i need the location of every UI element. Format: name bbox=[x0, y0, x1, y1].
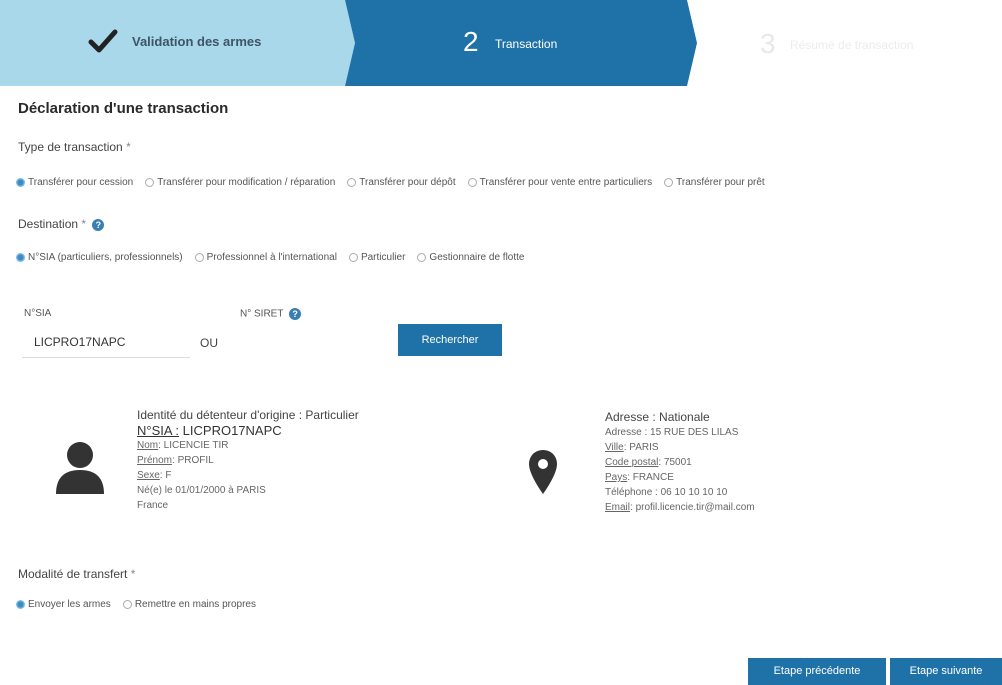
radio-destination-particulier[interactable]: Particulier bbox=[348, 252, 406, 263]
radio-unselected-icon[interactable] bbox=[122, 600, 132, 609]
map-pin-icon bbox=[529, 450, 557, 494]
radio-selected-icon[interactable] bbox=[16, 253, 25, 262]
option-label: Transférer pour dépôt bbox=[359, 177, 456, 188]
holder-nom-label: Nom bbox=[137, 440, 159, 451]
person-icon bbox=[56, 442, 104, 494]
radio-transfer-remettre[interactable]: Remettre en mains propres bbox=[122, 599, 256, 610]
address-ville: Ville: PARIS bbox=[605, 440, 755, 455]
holder-sexe-label: Sexe bbox=[137, 470, 160, 481]
radio-unselected-icon[interactable] bbox=[347, 178, 357, 187]
radio-unselected-icon[interactable] bbox=[348, 253, 358, 262]
step3-label: Résumé de transaction bbox=[790, 38, 914, 52]
previous-step-button[interactable]: Etape précédente bbox=[748, 658, 886, 685]
address-pays-label: Pays bbox=[605, 472, 628, 483]
sia-input[interactable] bbox=[22, 326, 190, 358]
destination-label: Destination * ? bbox=[18, 217, 105, 231]
option-label: Transférer pour cession bbox=[28, 177, 134, 188]
transaction-type-text: Type de transaction bbox=[18, 140, 123, 154]
destination-group: N°SIA (particuliers, professionnels) Pro… bbox=[16, 252, 536, 263]
transaction-type-label: Type de transaction * bbox=[18, 140, 131, 154]
radio-destination-international[interactable]: Professionnel à l'international bbox=[194, 252, 337, 263]
required-marker: * bbox=[81, 217, 87, 231]
radio-transaction-vente[interactable]: Transférer pour vente entre particuliers bbox=[467, 177, 653, 188]
radio-transfer-envoyer[interactable]: Envoyer les armes bbox=[16, 599, 111, 610]
holder-title: Identité du détenteur d'origine : Partic… bbox=[137, 408, 359, 422]
holder-nom: Nom: LICENCIE TIR bbox=[137, 438, 359, 453]
address-block: Adresse : Nationale Adresse : 15 RUE DES… bbox=[605, 410, 755, 515]
address-street: Adresse : 15 RUE DES LILAS bbox=[605, 427, 739, 438]
or-separator: OU bbox=[200, 336, 218, 350]
step3-number: 3 bbox=[760, 28, 776, 59]
option-label: Transférer pour vente entre particuliers bbox=[479, 177, 653, 188]
siret-label-text: N° SIRET bbox=[240, 308, 284, 320]
radio-unselected-icon[interactable] bbox=[194, 253, 204, 262]
address-email-label: Email bbox=[605, 502, 631, 513]
siret-field-label: N° SIRET ? bbox=[240, 308, 302, 320]
step2-number: 2 bbox=[463, 26, 479, 57]
required-marker: * bbox=[130, 567, 136, 581]
holder-identity: Identité du détenteur d'origine : Partic… bbox=[137, 408, 359, 513]
step1-label: Validation des armes bbox=[132, 34, 262, 49]
holder-prenom-label: Prénom bbox=[137, 455, 173, 466]
holder-birth: Né(e) le 01/01/2000 à PARIS bbox=[137, 485, 266, 496]
option-label: Transférer pour prêt bbox=[676, 177, 765, 188]
help-icon[interactable]: ? bbox=[289, 308, 302, 320]
address-telephone: Téléphone : 06 10 10 10 10 bbox=[605, 487, 728, 498]
holder-prenom-value: : PROFIL bbox=[172, 455, 214, 466]
holder-country: France bbox=[137, 500, 169, 511]
radio-destination-flotte[interactable]: Gestionnaire de flotte bbox=[417, 252, 524, 263]
address-cp-label: Code postal bbox=[605, 457, 659, 468]
transaction-type-group: Transférer pour cession Transférer pour … bbox=[16, 177, 777, 188]
progress-stepper: Validation des armes 2 Transaction 3 Rés… bbox=[0, 0, 1002, 86]
step2-label: Transaction bbox=[495, 37, 558, 51]
address-email-value: : profil.licencie.tir@mail.com bbox=[630, 502, 755, 513]
help-icon[interactable]: ? bbox=[92, 218, 105, 231]
option-label: Professionnel à l'international bbox=[206, 252, 337, 263]
address-pays-value: : FRANCE bbox=[627, 472, 674, 483]
address-title: Adresse : Nationale bbox=[605, 410, 710, 424]
address-cp: Code postal: 75001 bbox=[605, 455, 755, 470]
holder-nom-value: : LICENCIE TIR bbox=[158, 440, 229, 451]
radio-unselected-icon[interactable] bbox=[145, 178, 155, 187]
radio-unselected-icon[interactable] bbox=[664, 178, 674, 187]
option-label: N°SIA (particuliers, professionnels) bbox=[28, 252, 183, 263]
address-email: Email: profil.licencie.tir@mail.com bbox=[605, 500, 755, 515]
radio-unselected-icon[interactable] bbox=[467, 178, 477, 187]
holder-sia-label: N°SIA : bbox=[137, 423, 180, 438]
radio-transaction-cession[interactable]: Transférer pour cession bbox=[16, 177, 133, 188]
radio-selected-icon[interactable] bbox=[16, 600, 25, 609]
radio-unselected-icon[interactable] bbox=[417, 253, 427, 262]
transfer-mode-label: Modalité de transfert * bbox=[18, 567, 135, 581]
address-ville-label: Ville bbox=[605, 442, 624, 453]
radio-transaction-pret[interactable]: Transférer pour prêt bbox=[664, 177, 765, 188]
destination-text: Destination bbox=[18, 217, 79, 231]
transfer-mode-text: Modalité de transfert bbox=[18, 567, 128, 581]
address-cp-value: : 75001 bbox=[658, 457, 692, 468]
option-label: Gestionnaire de flotte bbox=[429, 252, 525, 263]
address-pays: Pays: FRANCE bbox=[605, 470, 755, 485]
option-label: Particulier bbox=[360, 252, 406, 263]
page-title: Déclaration d'une transaction bbox=[18, 100, 229, 117]
search-button[interactable]: Rechercher bbox=[398, 324, 502, 356]
radio-destination-sia[interactable]: N°SIA (particuliers, professionnels) bbox=[16, 252, 183, 263]
radio-transaction-depot[interactable]: Transférer pour dépôt bbox=[347, 177, 456, 188]
required-marker: * bbox=[126, 140, 131, 154]
option-label: Remettre en mains propres bbox=[134, 599, 256, 610]
transfer-mode-group: Envoyer les armes Remettre en mains prop… bbox=[16, 599, 268, 610]
holder-sia: N°SIA : LICPRO17NAPC bbox=[137, 423, 359, 438]
radio-transaction-modification[interactable]: Transférer pour modification / réparatio… bbox=[145, 177, 335, 188]
radio-selected-icon[interactable] bbox=[16, 178, 25, 187]
holder-sexe-value: : F bbox=[159, 470, 172, 481]
check-icon bbox=[88, 29, 118, 53]
holder-sia-value: LICPRO17NAPC bbox=[182, 423, 282, 438]
address-ville-value: : PARIS bbox=[623, 442, 659, 453]
holder-sexe: Sexe: F bbox=[137, 468, 359, 483]
option-label: Envoyer les armes bbox=[28, 599, 111, 610]
sia-field-label: N°SIA bbox=[24, 308, 52, 319]
next-step-button[interactable]: Etape suivante bbox=[890, 658, 1002, 685]
holder-prenom: Prénom: PROFIL bbox=[137, 453, 359, 468]
option-label: Transférer pour modification / réparatio… bbox=[157, 177, 336, 188]
